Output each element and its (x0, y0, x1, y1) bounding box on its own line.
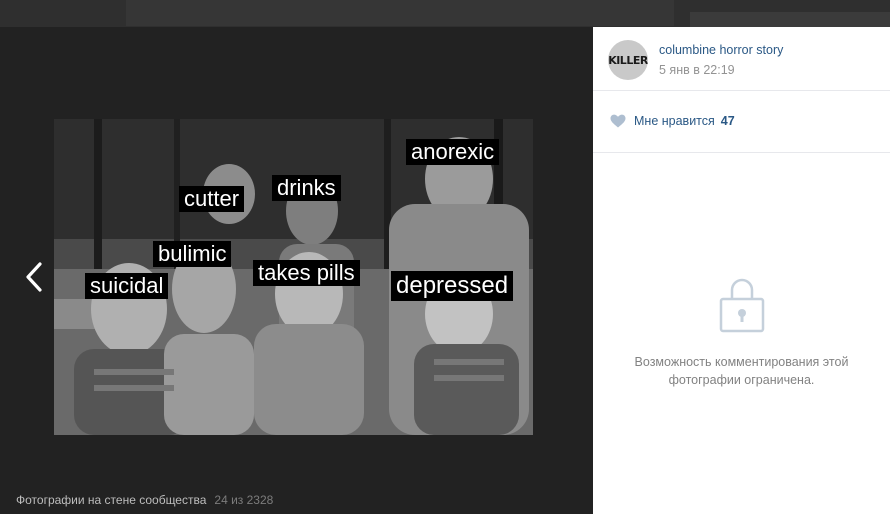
photo-tag-cutter: cutter (179, 186, 245, 212)
photo-tag-takes-pills: takes pills (253, 260, 360, 286)
photo-tag-drinks: drinks (272, 175, 341, 201)
post-header: KILLER columbine horror story 5 янв в 22… (593, 27, 890, 91)
like-button[interactable]: Мне нравится 47 (610, 111, 735, 131)
like-label: Мне нравится (634, 114, 715, 128)
like-count: 47 (720, 114, 735, 128)
photo-tag-bulimic: bulimic (153, 241, 232, 267)
background-page (0, 0, 890, 28)
background-block (126, 0, 674, 26)
previous-photo-button[interactable] (16, 253, 52, 301)
photo-tag-anorexic: anorexic (406, 139, 500, 165)
chevron-left-icon (26, 262, 42, 292)
lock-icon (719, 278, 764, 333)
like-row: Мне нравится 47 (593, 91, 890, 153)
background-block (690, 12, 890, 28)
viewer-footer: Фотографии на стене сообщества 24 из 2328 (16, 493, 273, 507)
photo[interactable]: anorexic drinks cutter bulimic suicidal … (54, 119, 533, 435)
heart-icon (610, 114, 626, 128)
avatar[interactable]: KILLER (608, 40, 648, 80)
photo-viewer: anorexic drinks cutter bulimic suicidal … (0, 27, 593, 514)
photo-tag-suicidal: suicidal (85, 273, 169, 299)
photo-sidebar: KILLER columbine horror story 5 янв в 22… (593, 27, 890, 514)
comments-restricted: Возможность комментирования этой фотогра… (593, 273, 890, 389)
author-link[interactable]: columbine horror story (659, 43, 783, 57)
post-date[interactable]: 5 янв в 22:19 (659, 63, 735, 77)
comments-restricted-text: Возможность комментирования этой фотогра… (634, 355, 849, 387)
photo-tag-depressed: depressed (391, 271, 514, 301)
avatar-logo: KILLER (608, 53, 648, 67)
album-link[interactable]: Фотографии на стене сообщества (16, 493, 206, 507)
photo-counter: 24 из 2328 (214, 493, 274, 507)
